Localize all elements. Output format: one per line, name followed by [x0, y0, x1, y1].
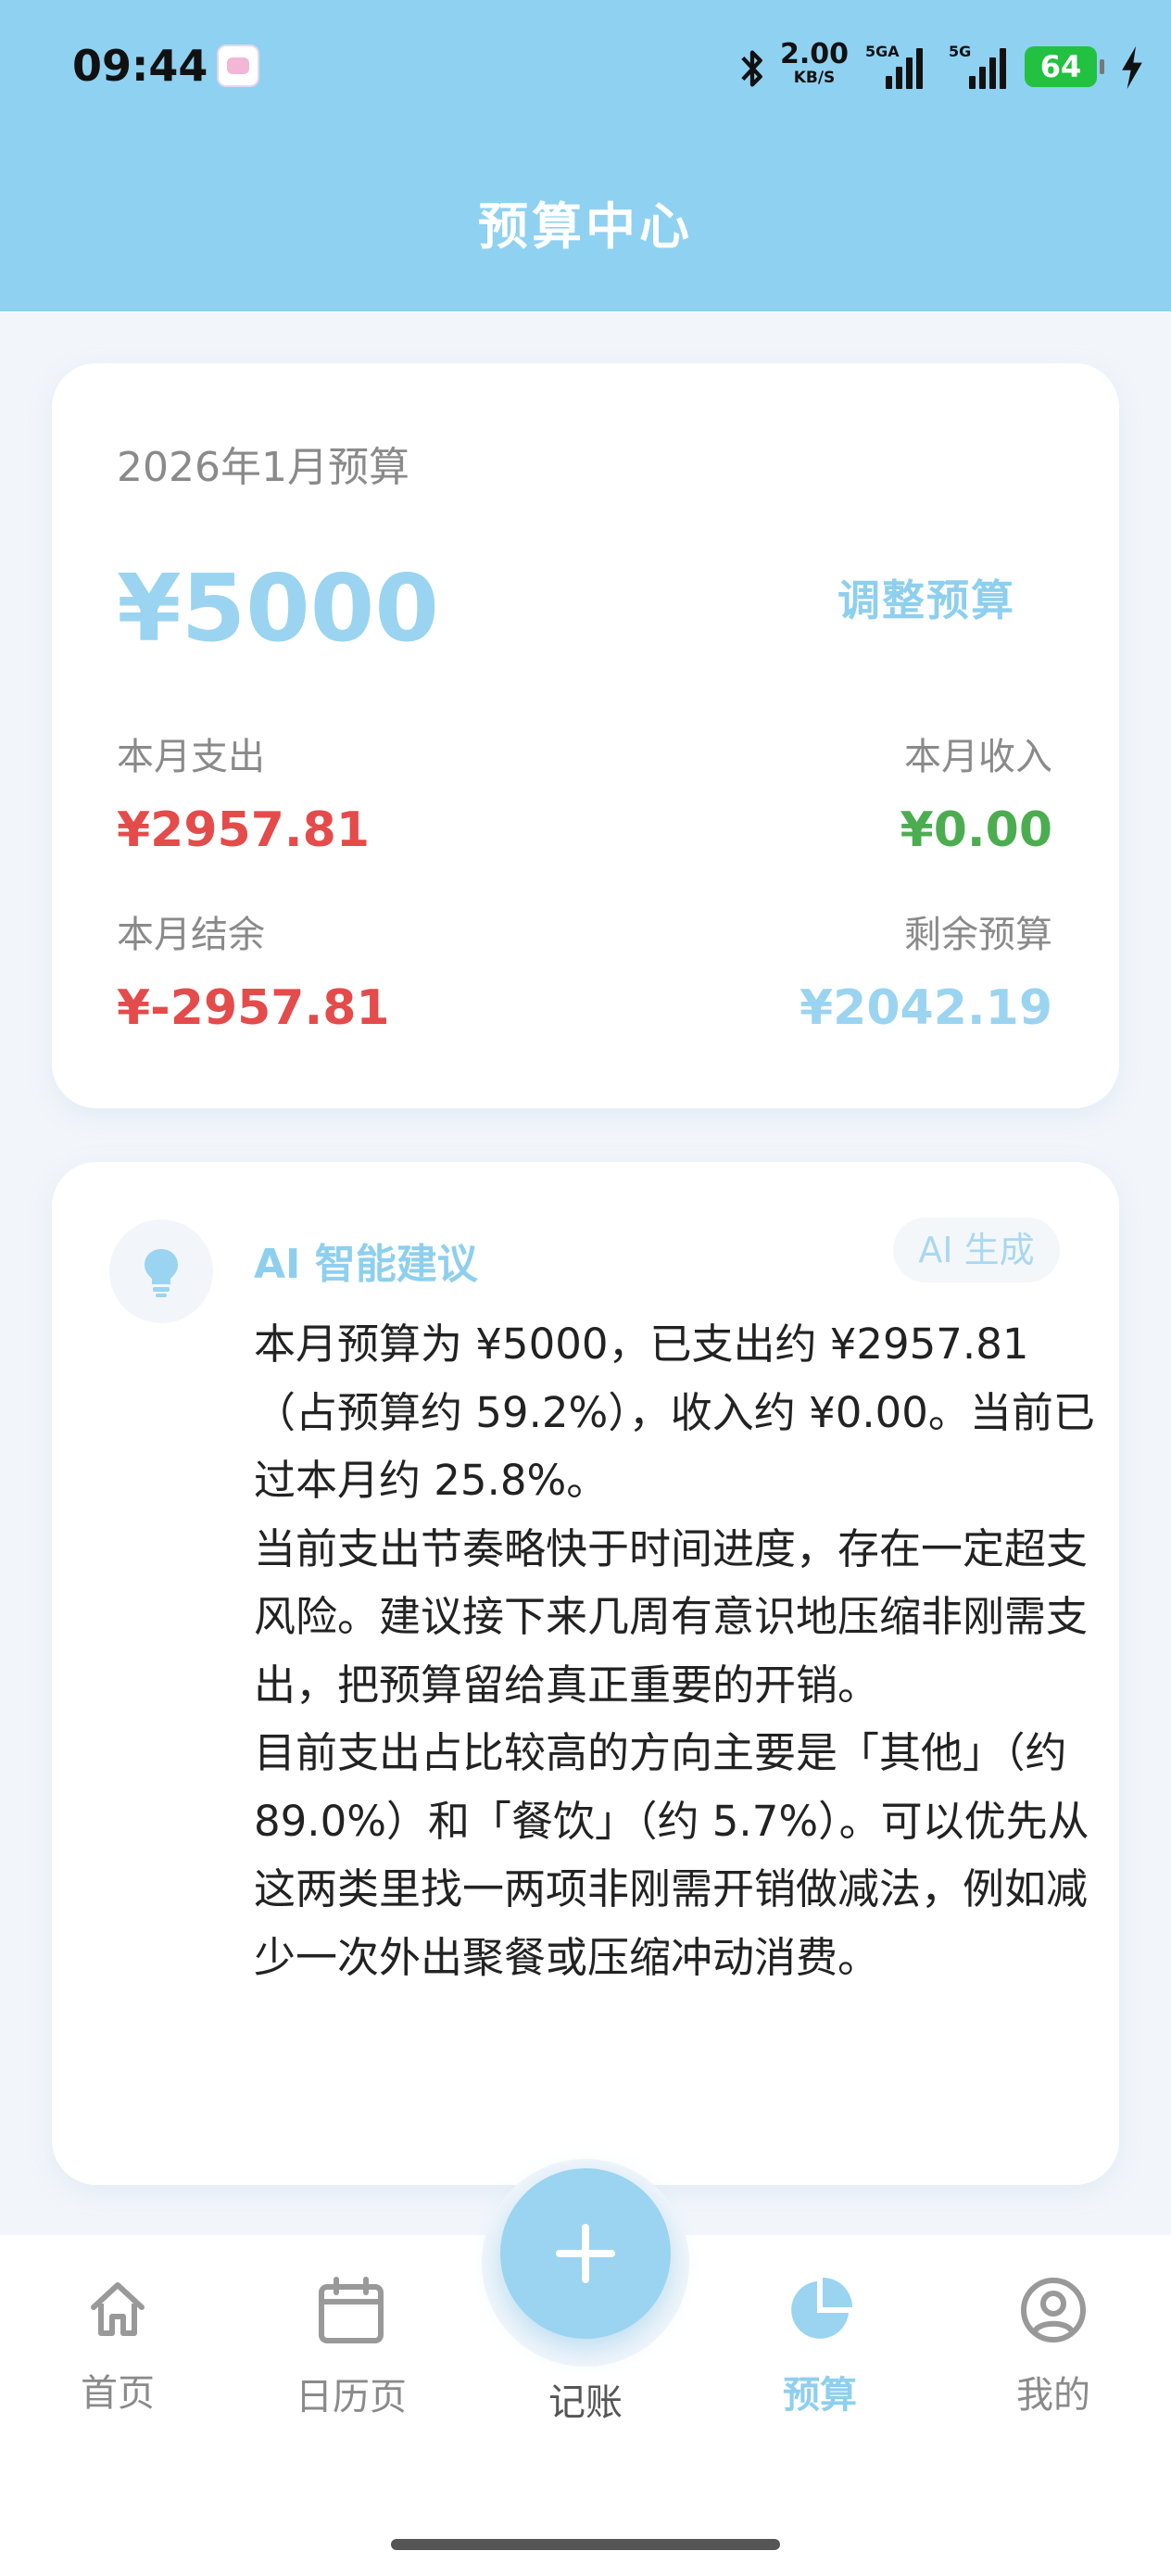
- page-title: 预算中心: [478, 197, 693, 256]
- status-bar: 09:44 2.00 KB/S 5GA 5G 64: [0, 0, 1171, 139]
- network-speed-unit: KB/S: [793, 69, 836, 87]
- ai-suggestion-card: AI 智能建议 AI 生成 本月预算为 ¥5000，已支出约 ¥2957.81（…: [52, 1162, 1119, 2185]
- signal-5g-icon: 5G: [949, 43, 1008, 91]
- remaining-budget-value: ¥2042.19: [799, 980, 1052, 1036]
- ai-suggestion-paragraph: 当前支出节奏略快于时间进度，存在一定超支风险。建议接下来几周有意识地压缩非刚需支…: [254, 1523, 1089, 1710]
- network-speed: 2.00 KB/S: [773, 38, 856, 88]
- monthly-income-value: ¥0.00: [900, 802, 1052, 858]
- app-notification-icon: [217, 44, 259, 87]
- battery-icon: 64: [1025, 46, 1104, 87]
- remaining-budget-label: 剩余预算: [904, 914, 1052, 956]
- tab-profile-label: 我的: [1016, 2374, 1090, 2417]
- remaining-budget-stat: 剩余预算 ¥2042.19: [800, 904, 1052, 1036]
- tab-home-label: 首页: [81, 2372, 155, 2415]
- home-icon: [91, 2282, 145, 2336]
- ai-suggestion-title: AI 智能建议: [254, 1241, 478, 1288]
- add-record-button[interactable]: [500, 2168, 671, 2339]
- monthly-balance-value: ¥-2957.81: [117, 980, 390, 1036]
- tab-calendar-label: 日历页: [296, 2376, 407, 2418]
- budget-summary-card: 2026年1月预算 ¥5000 调整预算 本月支出 ¥2957.81 本月收入 …: [52, 363, 1119, 1108]
- monthly-income-label: 本月收入: [904, 736, 1052, 778]
- ai-suggestion-paragraph: 本月预算为 ¥5000，已支出约 ¥2957.81（占预算约 59.2%），收入…: [254, 1320, 1095, 1505]
- signal-5ga-icon: 5GA: [865, 43, 925, 91]
- ai-generated-badge: AI 生成: [893, 1218, 1060, 1282]
- pie-chart-icon: [791, 2278, 852, 2339]
- ai-suggestion-text: 本月预算为 ¥5000，已支出约 ¥2957.81（占预算约 59.2%），收入…: [254, 1310, 1106, 1991]
- tab-budget-label: 预算: [783, 2374, 857, 2417]
- calendar-icon: [319, 2277, 384, 2343]
- signal-5g-label: 5G: [949, 43, 972, 60]
- home-indicator[interactable]: [391, 2539, 780, 2550]
- status-time: 09:44: [72, 41, 208, 91]
- monthly-income-stat: 本月收入 ¥0.00: [900, 726, 1052, 858]
- monthly-expense-value: ¥2957.81: [117, 802, 371, 858]
- ai-suggestion-paragraph: 目前支出占比较高的方向主要是「其他」（约 89.0%）和「餐饮」（约 5.7%）…: [254, 1728, 1089, 1982]
- charging-bolt-icon: [1122, 46, 1142, 89]
- header-bar: 09:44 2.00 KB/S 5GA 5G 64 预算中心: [0, 0, 1171, 311]
- lightbulb-icon: [109, 1219, 213, 1323]
- tab-budget[interactable]: 预算: [727, 2276, 913, 2418]
- budget-month-label: 2026年1月预算: [117, 444, 409, 491]
- monthly-balance-stat: 本月结余 ¥-2957.81: [117, 904, 390, 1036]
- bluetooth-icon: [741, 50, 762, 87]
- monthly-expense-label: 本月支出: [117, 736, 265, 778]
- tab-home[interactable]: 首页: [25, 2276, 210, 2417]
- adjust-budget-button[interactable]: 调整预算: [837, 567, 1015, 628]
- tab-record-label[interactable]: 记账: [493, 2372, 678, 2426]
- budget-amount: ¥5000: [117, 554, 439, 663]
- tab-calendar[interactable]: 日历页: [258, 2276, 444, 2420]
- monthly-expense-stat: 本月支出 ¥2957.81: [117, 726, 370, 858]
- user-profile-icon: [1021, 2278, 1086, 2342]
- tab-profile[interactable]: 我的: [961, 2276, 1146, 2418]
- monthly-balance-label: 本月结余: [117, 914, 265, 956]
- network-speed-value: 2.00: [779, 38, 850, 70]
